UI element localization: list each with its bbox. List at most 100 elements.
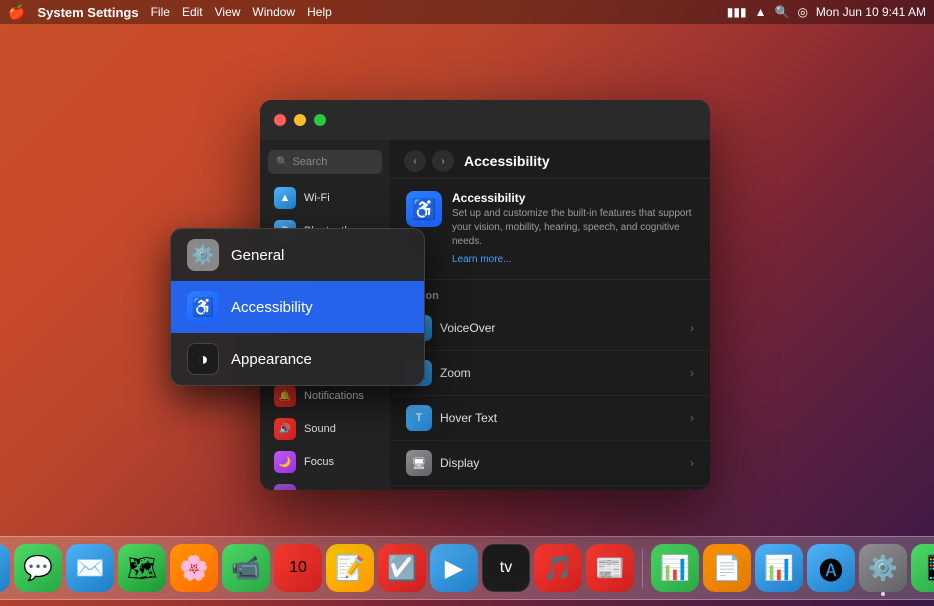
menubar-file[interactable]: File [151,5,170,19]
content-area: ‹ › Accessibility ♿ Accessibility Set up… [390,140,710,490]
sidebar-item-sound[interactable]: 🔊 Sound [264,413,386,445]
sidebar-label-wifi: Wi-Fi [304,192,330,204]
hero-title: Accessibility [452,191,694,205]
menubar: 🍎 System Settings File Edit View Window … [0,0,934,24]
notifications-icon: 🔔 [274,385,296,407]
news-icon: 📰 [595,554,625,583]
zoom-chevron: › [690,366,694,380]
dock-item-notes[interactable]: 📝 [326,544,374,592]
dock-item-messages[interactable]: 💬 [14,544,62,592]
apple-menu[interactable]: 🍎 [8,4,25,21]
dock: 😊 ⊞ 🧭 💬 ✉️ 🗺 🌸 📹 10 📝 ☑️ ▶ tv 🎵 📰 [0,536,934,600]
photos-icon: 🌸 [179,554,209,583]
titlebar [260,100,710,140]
sidebar-item-wifi[interactable]: ▲ Wi-Fi [264,182,386,214]
accessibility-autocomplete-icon: ♿ [187,291,219,323]
menubar-left: 🍎 System Settings File Edit View Window … [8,4,332,21]
sidebar-item-screentime[interactable]: ⏱ Screen Time [264,479,386,490]
dock-item-pages[interactable]: 📄 [703,544,751,592]
app-name[interactable]: System Settings [37,5,138,20]
search-icon[interactable]: 🔍 [774,5,789,19]
reminders-icon: ☑️ [387,554,417,583]
accessibility-symbol: ♿ [412,197,437,222]
hovertext-icon: T [406,405,432,431]
forward-button[interactable]: › [432,150,454,172]
dock-item-news[interactable]: 📰 [586,544,634,592]
appearance-icon: ◑ [187,343,219,375]
appletv-icon: tv [500,559,512,577]
dock-item-numbers[interactable]: 📊 [651,544,699,592]
sidebar-label-screentime: Screen Time [304,489,366,490]
display-left: 🖥 Display [406,450,479,476]
sidebar-item-focus[interactable]: 🌙 Focus [264,446,386,478]
autocomplete-item-accessibility[interactable]: ♿ Accessibility [171,281,424,333]
siri-icon[interactable]: ◎ [797,5,807,19]
dock-item-keynote[interactable]: 📊 [755,544,803,592]
general-label: General [231,247,284,264]
quicktime-icon: ▶ [445,554,463,583]
mail-icon: ✉️ [75,554,105,583]
vision-section-header: Vision [390,280,710,306]
pages-icon: 📄 [712,554,742,583]
menubar-help[interactable]: Help [307,5,332,19]
facetime-icon: 📹 [231,554,261,583]
dock-separator [642,548,643,588]
calendar-icon: 10 [289,559,307,577]
search-placeholder: Search [292,156,327,168]
menubar-window[interactable]: Window [252,5,295,19]
accessibility-hero: ♿ Accessibility Set up and customize the… [390,179,710,280]
voiceover-label: VoiceOver [440,321,495,335]
close-button[interactable] [274,114,286,126]
dock-item-quicktime[interactable]: ▶ [430,544,478,592]
dock-item-reminders[interactable]: ☑️ [378,544,426,592]
menubar-edit[interactable]: Edit [182,5,203,19]
dock-item-photos[interactable]: 🌸 [170,544,218,592]
dock-item-appstore[interactable]: 🅐 [807,544,855,592]
dock-item-safari[interactable]: 🧭 [0,544,10,592]
minimize-button[interactable] [294,114,306,126]
general-icon: ⚙️ [187,239,219,271]
hovertext-label: Hover Text [440,411,497,425]
sidebar-label-focus: Focus [304,456,334,468]
dock-item-facetime[interactable]: 📹 [222,544,270,592]
voiceover-row[interactable]: ◎ VoiceOver › [390,306,710,351]
dock-item-mail[interactable]: ✉️ [66,544,114,592]
messages-icon: 💬 [23,554,53,583]
sidebar-search[interactable]: 🔍 Search [268,150,382,174]
safari-icon: 🧭 [0,554,1,583]
autocomplete-item-general[interactable]: ⚙️ General [171,229,424,281]
sound-icon: 🔊 [274,418,296,440]
dock-item-appletv[interactable]: tv [482,544,530,592]
accessibility-icon: ♿ [406,191,442,227]
display-row[interactable]: 🖥 Display › [390,441,710,486]
phone-icon: 📱 [920,554,934,583]
autocomplete-item-appearance[interactable]: ◑ Appearance [171,333,424,385]
hovertext-row[interactable]: T Hover Text › [390,396,710,441]
dock-item-music[interactable]: 🎵 [534,544,582,592]
spokencontent-row[interactable]: 🔊 Spoken Content › [390,486,710,490]
zoom-row[interactable]: 🔍 Zoom › [390,351,710,396]
dock-item-phone[interactable]: 📱 [911,544,934,592]
screentime-icon: ⏱ [274,484,296,490]
display-chevron: › [690,456,694,470]
music-icon: 🎵 [543,554,573,583]
maximize-button[interactable] [314,114,326,126]
dock-item-settings[interactable]: ⚙️ [859,544,907,592]
dock-item-calendar[interactable]: 10 [274,544,322,592]
wifi-icon: ▲ [274,187,296,209]
hero-description: Set up and customize the built-in featur… [452,207,694,249]
dock-item-maps[interactable]: 🗺 [118,544,166,592]
search-icon: 🔍 [276,157,288,168]
sidebar-label-notifications: Notifications [304,390,364,402]
zoom-label: Zoom [440,366,471,380]
appstore-icon: 🅐 [819,551,843,586]
page-title: Accessibility [464,153,550,169]
menubar-view[interactable]: View [215,5,241,19]
menubar-right: ▮▮▮ ▲ 🔍 ◎ Mon Jun 10 9:41 AM [727,5,926,19]
back-button[interactable]: ‹ [404,150,426,172]
accessibility-label: Accessibility [231,299,313,316]
sidebar-label-sound: Sound [304,423,336,435]
keynote-icon: 📊 [764,554,794,583]
learn-more-link[interactable]: Learn more... [452,254,511,265]
back-icon: ‹ [413,156,416,167]
